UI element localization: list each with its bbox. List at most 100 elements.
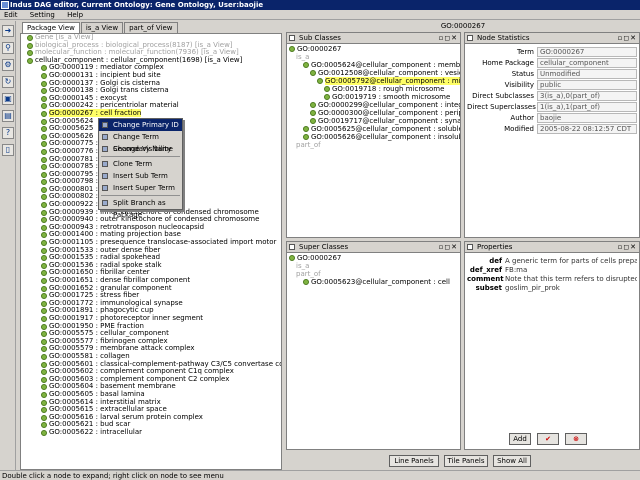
panel-controls[interactable]: ▫◻✕ <box>439 33 458 44</box>
refresh-icon[interactable]: ↻ <box>2 76 14 88</box>
property-row[interactable]: comment Note that this term refers to dis… <box>467 275 637 284</box>
panel-controls[interactable]: ▫◻✕ <box>618 242 637 253</box>
super-classes-panel: Super Classes ▫◻✕ GO:0000267 is_a part_of G… <box>286 241 461 450</box>
context-menu-item[interactable]: Insert Super Term <box>99 182 182 194</box>
stat-label: Status <box>511 70 534 78</box>
panel-controls[interactable]: ▫◻✕ <box>618 33 637 44</box>
node-icon <box>41 407 47 414</box>
stat-row: Direct Subclasses 3(is_a),0(part_of) <box>467 91 637 102</box>
tree-row[interactable]: GO:0005622 : intracellular <box>21 428 281 437</box>
hierarchy-row[interactable]: GO:0019719 : smooth microsome <box>289 93 458 101</box>
node-icon <box>41 331 47 338</box>
hierarchy-row[interactable]: GO:0019718 : rough microsome <box>289 85 458 93</box>
stat-value-field[interactable]: baojie <box>537 113 637 123</box>
help-icon[interactable]: ? <box>2 127 14 139</box>
hierarchy-row-label: GO:0005792@cellular_component : microso <box>325 77 460 85</box>
node-icon <box>303 134 309 140</box>
hierarchy-row[interactable]: part_of <box>289 270 458 278</box>
stat-value-field[interactable]: 2005-08-22 08:12:57 CDT <box>537 124 637 134</box>
property-value: goslim_pir_prok <box>505 284 560 292</box>
context-menu-item[interactable]: Change Term Secondary Name <box>99 131 182 153</box>
hierarchy-row-label: is_a <box>296 262 310 270</box>
hierarchy-row[interactable]: GO:0005624@cellular_component : membrane… <box>289 61 460 69</box>
property-value: Note that this term refers to disrupted … <box>505 275 637 283</box>
check-icon[interactable]: ✔ <box>537 433 559 445</box>
node-icon <box>41 217 47 224</box>
tab-part-of-view[interactable]: part_of View <box>124 22 178 33</box>
arrow-right-icon[interactable]: ➜ <box>2 25 14 37</box>
property-row[interactable]: def A generic term for parts of cells pre… <box>467 257 637 266</box>
save-icon[interactable]: ▣ <box>2 93 14 105</box>
context-menu-item[interactable]: Change Visibility <box>99 143 182 155</box>
hierarchy-row[interactable]: GO:0000267 <box>289 254 458 262</box>
hierarchy-row[interactable]: GO:0000300@cellular_component : peripher… <box>289 109 460 117</box>
node-icon <box>289 255 295 261</box>
show-all-button[interactable]: Show All <box>493 455 531 467</box>
line-panels-button[interactable]: Line Panels <box>389 455 439 467</box>
hierarchy-row[interactable]: GO:0005792@cellular_component : microso <box>289 77 460 85</box>
tile-panels-button[interactable]: Tile Panels <box>444 455 488 467</box>
context-menu-item[interactable]: Split Branch as Package <box>99 197 182 219</box>
ontology-tree[interactable]: Gene [is_a View] biological_process : bio… <box>20 33 282 470</box>
hierarchy-row[interactable]: GO:0000267 <box>289 45 458 53</box>
delete-icon[interactable]: ⊗ <box>565 433 587 445</box>
stat-label: Home Package <box>482 59 534 67</box>
node-icon <box>41 194 47 201</box>
stat-value-field[interactable]: 3(is_a),0(part_of) <box>537 91 637 101</box>
property-row[interactable]: def_xref FB:ma <box>467 266 637 275</box>
property-row[interactable]: subset goslim_pir_prok <box>467 284 637 293</box>
hierarchy-row[interactable]: GO:0000299@cellular_component : integral… <box>289 101 460 109</box>
node-icon <box>41 95 47 102</box>
add-property-button[interactable]: Add <box>509 433 531 445</box>
search-icon[interactable]: ⚲ <box>2 42 14 54</box>
stat-value-field[interactable]: public <box>537 80 637 90</box>
window-title: Indus DAG editor, Current Ontology: Gene… <box>10 1 264 9</box>
print-icon[interactable]: ▤ <box>2 110 14 122</box>
hierarchy-row[interactable]: GO:0005626@cellular_component : insolubl… <box>289 133 460 141</box>
tab-is-a-view[interactable]: is_a View <box>80 22 124 33</box>
node-icon <box>27 50 33 57</box>
stat-label: Author <box>510 114 534 122</box>
hierarchy-row[interactable]: GO:0005623@cellular_component : cell <box>289 278 458 286</box>
node-icon <box>41 262 47 269</box>
context-menu-item[interactable]: Change Primary ID <box>99 119 182 131</box>
context-menu-item[interactable]: Clone Term <box>99 158 182 170</box>
stat-value-field[interactable]: cellular_component <box>537 58 637 68</box>
hierarchy-row-label: GO:0019718 : rough microsome <box>332 85 445 93</box>
super-classes-tree[interactable]: GO:0000267 is_a part_of GO:0005623@cellular… <box>287 253 460 287</box>
node-icon <box>324 94 330 100</box>
node-icon <box>41 232 47 239</box>
node-icon <box>41 179 47 186</box>
node-statistics-title: Node Statistics <box>477 34 530 42</box>
info-icon[interactable]: ▯ <box>2 144 14 156</box>
hierarchy-row[interactable]: is_a <box>289 53 458 61</box>
properties-title: Properties <box>477 243 513 251</box>
menu-help[interactable]: Help <box>67 11 83 19</box>
context-menu-item[interactable]: Insert Sub Term <box>99 170 182 182</box>
hierarchy-row[interactable]: is_a <box>289 262 458 270</box>
stat-value-field[interactable]: Unmodified <box>537 69 637 79</box>
node-icon <box>41 323 47 330</box>
node-icon <box>310 102 316 108</box>
gear-icon[interactable]: ⚙ <box>2 59 14 71</box>
hierarchy-row[interactable]: part_of <box>289 141 458 149</box>
node-icon <box>289 46 295 52</box>
stat-value-field[interactable]: 1(is_a),1(part_of) <box>537 102 637 112</box>
context-menu-item-label: Insert Super Term <box>113 184 176 192</box>
sub-classes-tree[interactable]: GO:0000267 is_a GO:0005624@cellular_compon… <box>287 44 460 150</box>
hierarchy-row[interactable]: GO:0019717@cellular_component : synaptos… <box>289 117 460 125</box>
tab-package-view[interactable]: Package View <box>22 22 80 33</box>
hierarchy-row[interactable]: GO:0005625@cellular_component : soluble … <box>289 125 460 133</box>
menu-edit[interactable]: Edit <box>4 11 18 19</box>
node-icon <box>41 88 47 95</box>
stat-row: Term GO:0000267 <box>467 47 637 58</box>
context-menu-item-label: Insert Sub Term <box>113 172 168 180</box>
menu-setting[interactable]: Setting <box>30 11 55 19</box>
stat-value-field[interactable]: GO:0000267 <box>537 47 637 57</box>
status-bar: Double click a node to expand; right cli… <box>0 470 640 480</box>
panel-controls[interactable]: ▫◻✕ <box>439 242 458 253</box>
menu-separator <box>101 195 180 196</box>
property-value: A generic term for parts of cells prepar… <box>505 257 637 265</box>
menu-item-icon <box>102 146 108 152</box>
hierarchy-row[interactable]: GO:0012508@cellular_component : vesicula… <box>289 69 460 77</box>
